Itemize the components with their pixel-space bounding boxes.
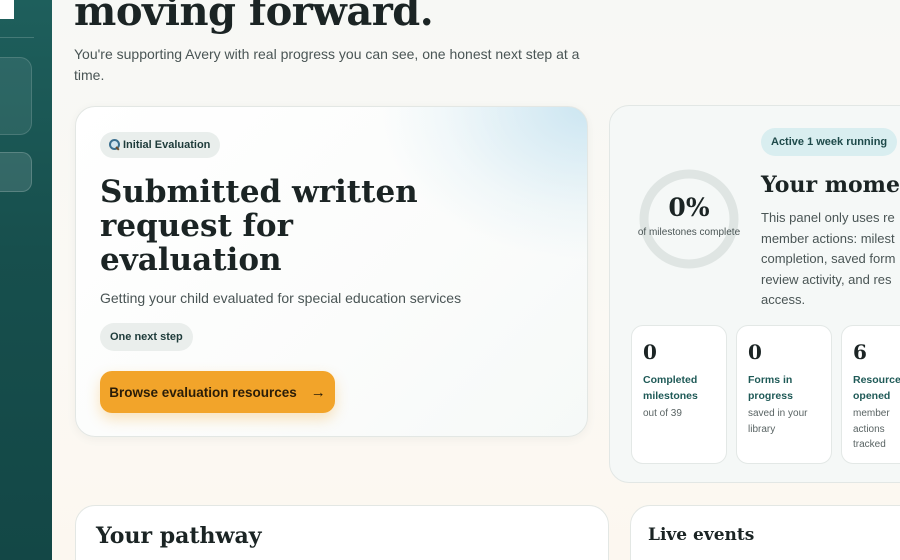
pathway-title: Your pathway <box>96 523 262 549</box>
sidebar-nav-item-active[interactable] <box>0 152 32 192</box>
browse-resources-label: Browse evaluation resources <box>109 384 297 400</box>
stat-value: 0 <box>748 340 762 364</box>
stat-label: Forms in progress <box>748 374 793 402</box>
stat-card-milestones: 0 Completed milestones out of 39 <box>631 325 727 464</box>
pathway-card: Your pathway <box>75 505 609 560</box>
stat-card-forms: 0 Forms in progress saved in your librar… <box>736 325 832 464</box>
page-subtitle: You're supporting Avery with real progre… <box>74 46 580 83</box>
stat-label: Resource opened <box>853 374 900 402</box>
momentum-description: This panel only uses re member actions: … <box>761 210 896 307</box>
milestone-title: Submitted written request for evaluation <box>100 174 418 278</box>
stage-badge: Initial Evaluation <box>100 132 221 158</box>
stat-subtext: saved in your library <box>748 408 808 435</box>
stat-subtext: member actions tracked <box>853 408 890 450</box>
page-title: moving forward. <box>74 0 434 35</box>
magnifying-glass-icon <box>108 139 120 151</box>
stage-badge-label: Initial Evaluation <box>123 139 211 151</box>
next-step-card: Initial Evaluation Submitted written req… <box>75 106 588 437</box>
stat-value: 6 <box>853 340 867 364</box>
sidebar-divider <box>0 37 34 38</box>
stat-card-resources: 6 Resource opened member actions tracked <box>841 325 900 464</box>
stat-subtext: out of 39 <box>643 408 682 419</box>
momentum-title: Your momentu <box>761 172 900 198</box>
momentum-panel: Active 1 week running Your momentu This … <box>609 105 900 483</box>
next-step-badge: One next step <box>100 323 193 351</box>
live-events-title: Live events <box>648 525 755 545</box>
sidebar-nav-item[interactable] <box>0 57 32 135</box>
browse-resources-button[interactable]: Browse evaluation resources → <box>100 371 335 413</box>
active-streak-badge: Active 1 week running <box>761 128 898 156</box>
progress-caption: of milestones complete <box>637 227 741 238</box>
progress-percent: 0% <box>668 193 710 222</box>
stat-value: 0 <box>643 340 657 364</box>
app-logo[interactable] <box>0 0 14 19</box>
sidebar <box>0 0 52 560</box>
milestone-description: Getting your child evaluated for special… <box>100 290 462 306</box>
live-events-card: Live events <box>630 505 900 560</box>
arrow-right-icon: → <box>310 383 326 401</box>
stat-label: Completed milestones <box>643 374 698 402</box>
